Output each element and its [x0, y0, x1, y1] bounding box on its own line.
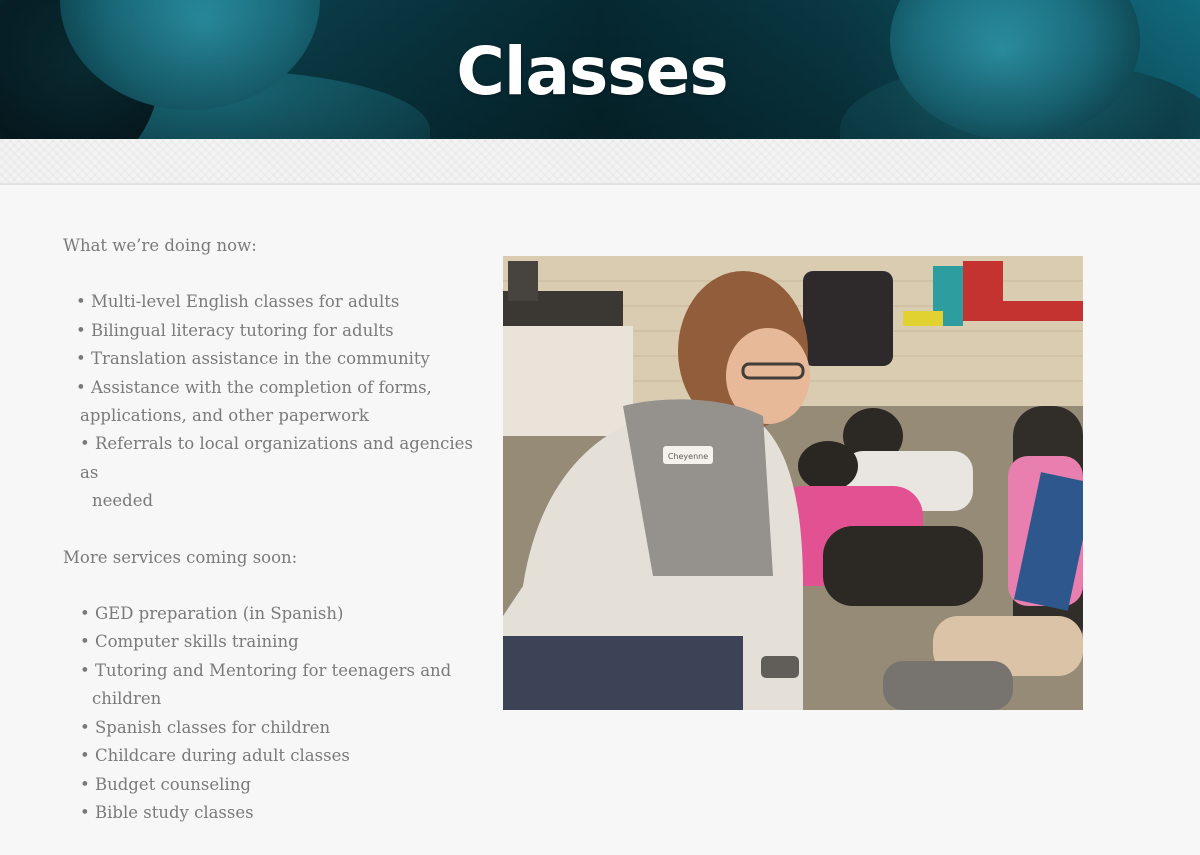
list-item: • Bilingual literacy tutoring for adults	[63, 317, 483, 345]
classroom-photo-illustration: Cheyenne	[503, 256, 1083, 710]
list-item: • Budget counseling	[63, 771, 483, 799]
list-item-text: • Computer skills training	[80, 632, 299, 652]
section-heading-upcoming: More services coming soon:	[63, 547, 298, 567]
list-item: • Translation assistance in the communit…	[63, 345, 483, 373]
list-item-text-continued: applications, and other paperwork	[80, 406, 369, 426]
list-item-text-continued: needed	[92, 491, 154, 511]
list-item-text: • Spanish classes for children	[80, 717, 331, 737]
classes-content: What we’re doing now: • Multi-level Engl…	[63, 232, 483, 855]
list-item: • Assistance with the completion of form…	[63, 374, 483, 431]
list-item-text: • Bilingual literacy tutoring for adults	[76, 320, 394, 340]
list-item: • Referrals to local organizations and a…	[63, 430, 483, 515]
list-item-text: • Tutoring and Mentoring for teenagers a…	[80, 660, 452, 680]
list-item-text: • Childcare during adult classes	[80, 746, 350, 766]
page-title: Classes	[456, 33, 728, 110]
list-item: • Childcare during adult classes	[63, 742, 483, 770]
list-item-text: • Budget counseling	[80, 774, 251, 794]
current-services-list: • Multi-level English classes for adults…	[63, 288, 483, 515]
photo-tint	[503, 256, 1083, 710]
list-item-text: • Multi-level English classes for adults	[76, 292, 400, 312]
list-item-text: • Translation assistance in the communit…	[76, 349, 430, 369]
list-item: • Bible study classes	[63, 799, 483, 827]
textured-divider-strip	[0, 139, 1200, 185]
classroom-photo: Cheyenne	[503, 256, 1083, 710]
list-item-text-continued: children	[92, 689, 162, 709]
list-item: • GED preparation (in Spanish)	[63, 600, 483, 628]
list-item-text: • Referrals to local organizations and a…	[80, 434, 473, 482]
upcoming-services-list: • GED preparation (in Spanish) • Compute…	[63, 600, 483, 827]
list-item: • Computer skills training	[63, 628, 483, 656]
list-item-text: • Assistance with the completion of form…	[76, 377, 432, 397]
list-item: • Multi-level English classes for adults	[63, 288, 483, 316]
section-heading-current: What we’re doing now:	[63, 236, 257, 255]
hero-banner: Classes	[0, 0, 1200, 139]
list-item-text: • Bible study classes	[80, 802, 254, 822]
list-item: • Tutoring and Mentoring for teenagers a…	[63, 657, 483, 714]
list-item-text: • GED preparation (in Spanish)	[80, 604, 344, 624]
list-item: • Spanish classes for children	[63, 714, 483, 742]
